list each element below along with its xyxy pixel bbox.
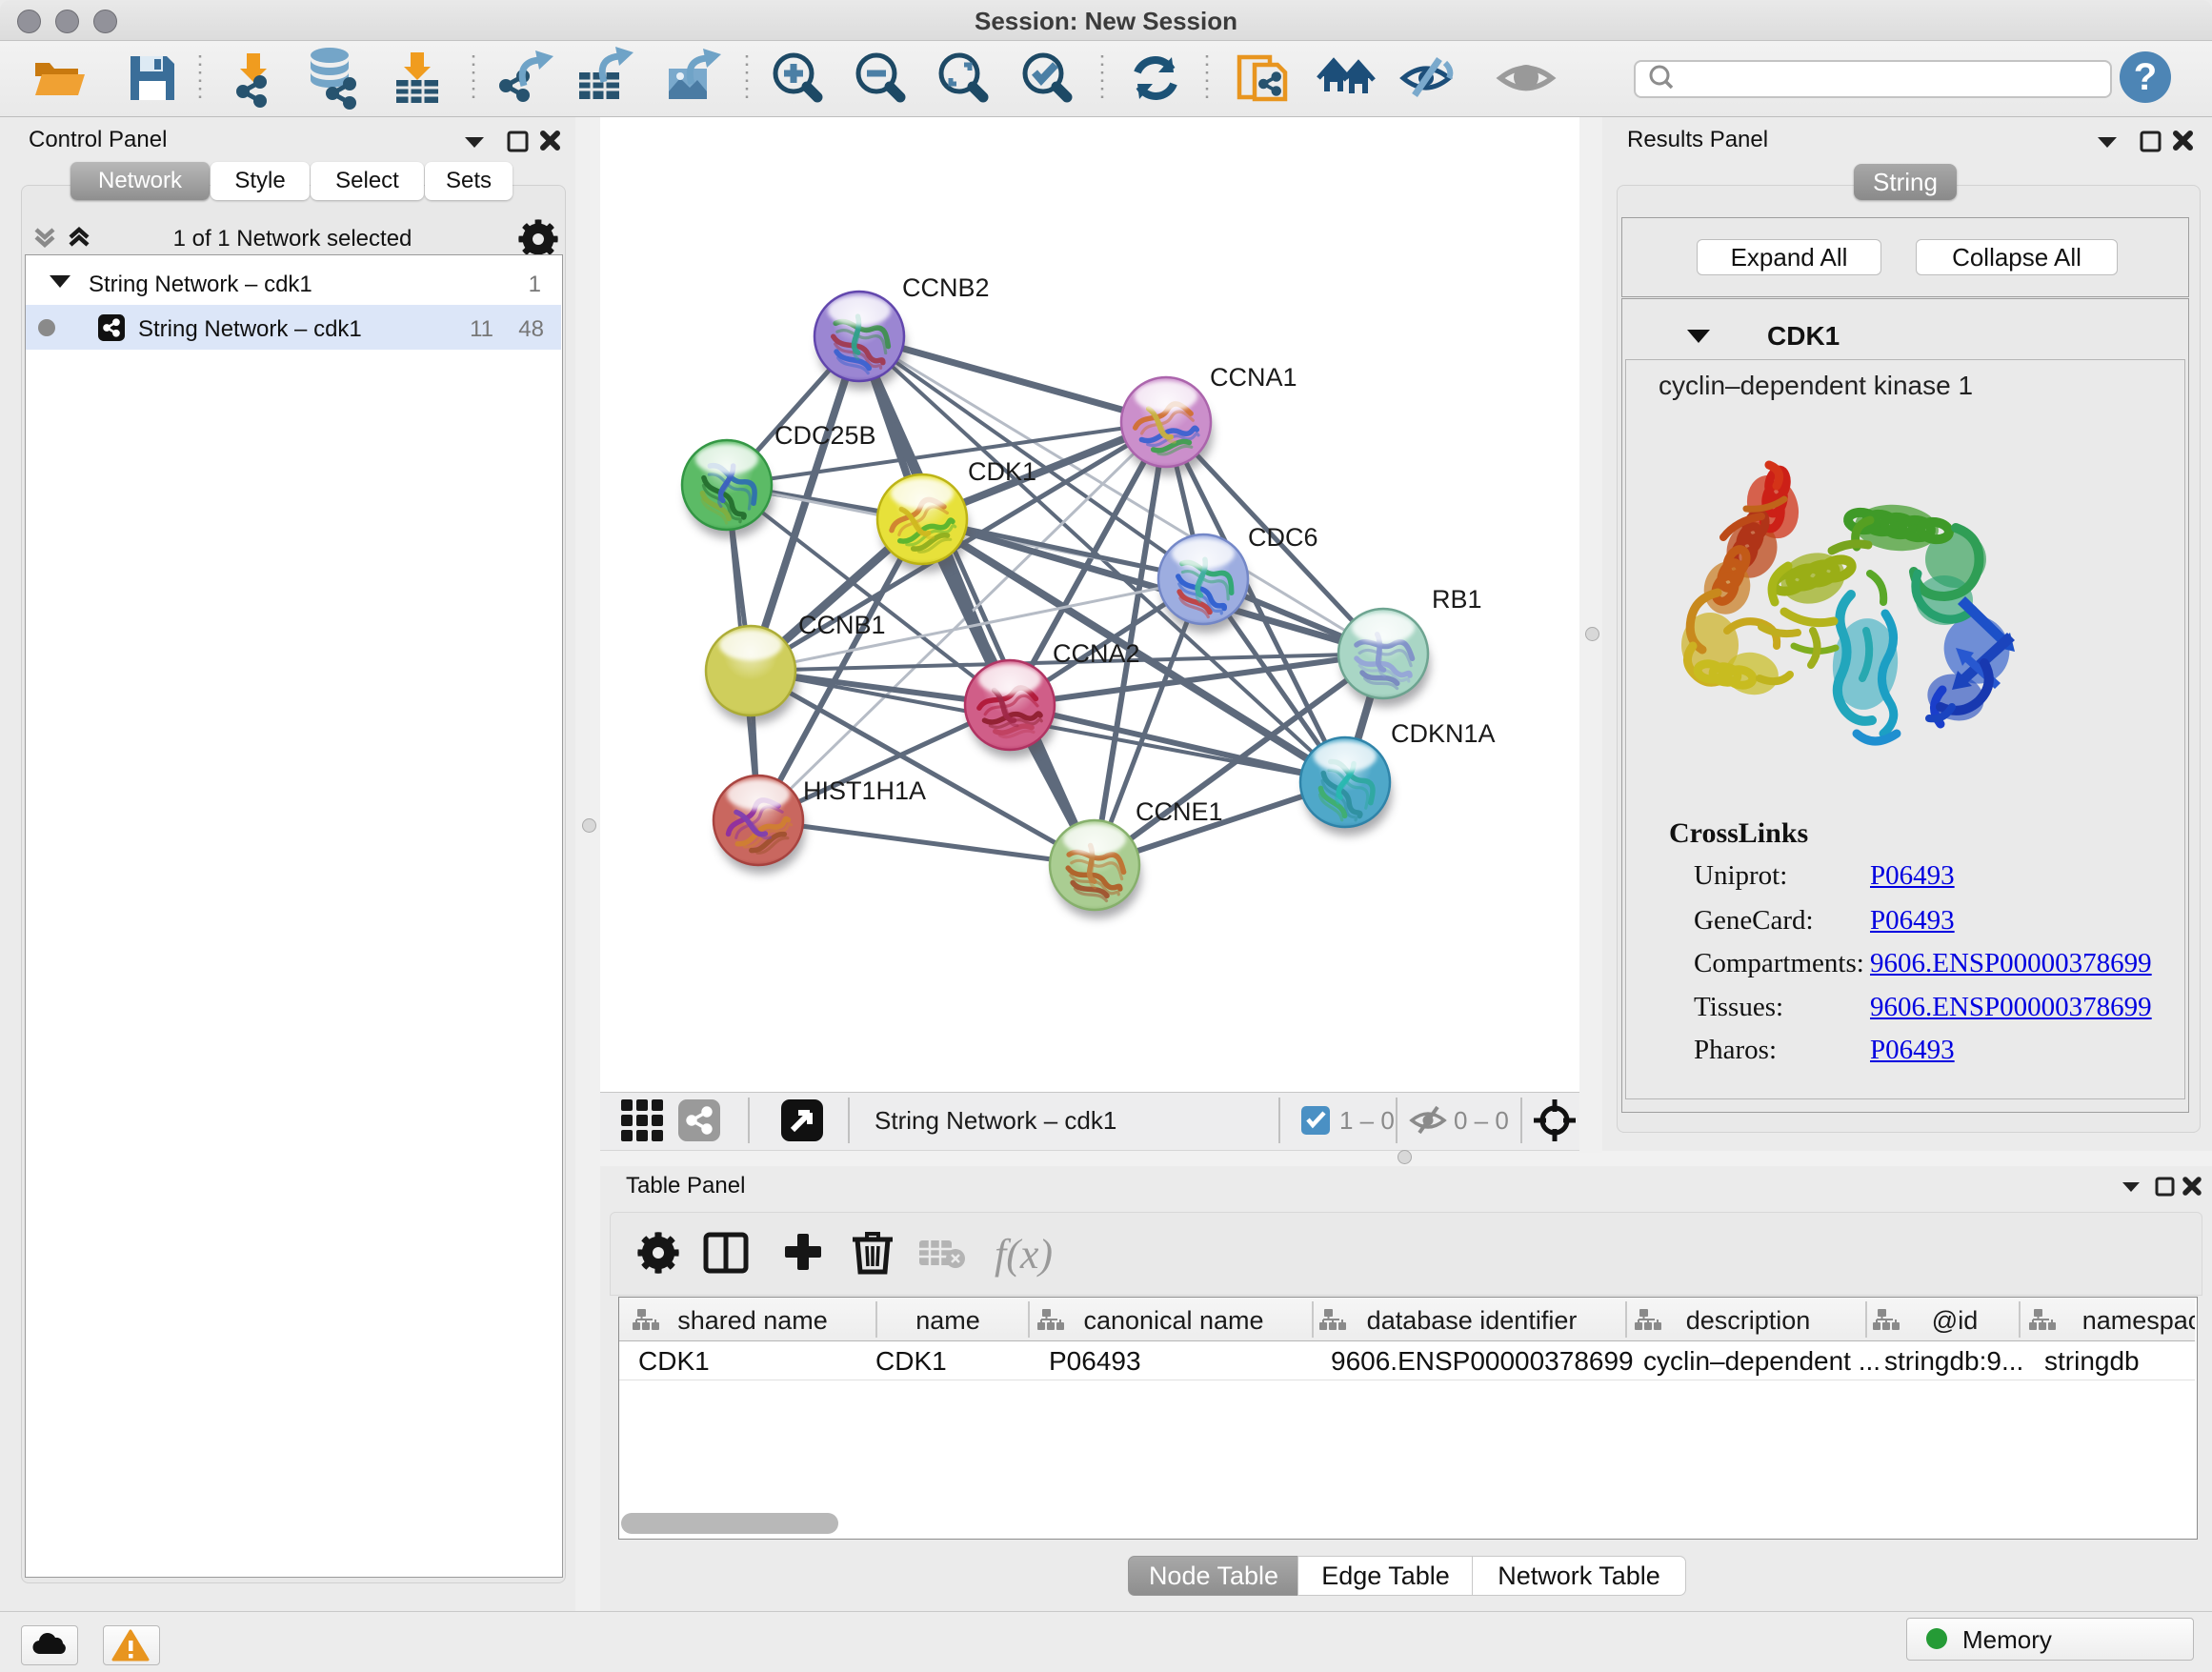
svg-text:CCNE1: CCNE1 — [1136, 797, 1223, 826]
svg-text:HIST1H1A: HIST1H1A — [803, 776, 926, 805]
svg-text:CCNA2: CCNA2 — [1053, 639, 1140, 668]
svg-text:CDKN1A: CDKN1A — [1391, 719, 1496, 748]
svg-text:database identifier: database identifier — [1367, 1306, 1578, 1335]
svg-text:f(x): f(x) — [995, 1231, 1053, 1278]
svg-text:CDK1: CDK1 — [968, 457, 1036, 486]
svg-text:CCNB2: CCNB2 — [902, 273, 990, 302]
svg-text:@id: @id — [1932, 1306, 1978, 1335]
svg-text:CCNA1: CCNA1 — [1210, 363, 1297, 392]
svg-text:?: ? — [2134, 56, 2157, 98]
svg-text:shared name: shared name — [677, 1306, 828, 1335]
svg-text:RB1: RB1 — [1432, 585, 1482, 614]
svg-text:CDC25B: CDC25B — [774, 421, 876, 450]
svg-text:namespac: namespac — [2082, 1306, 2195, 1335]
svg-text:0 – 0: 0 – 0 — [1454, 1106, 1509, 1135]
svg-text:name: name — [915, 1306, 980, 1335]
svg-text:CCNB1: CCNB1 — [798, 611, 886, 639]
svg-text:1 – 0: 1 – 0 — [1339, 1106, 1395, 1135]
svg-text:CDC6: CDC6 — [1248, 523, 1318, 552]
svg-text:String Network – cdk1: String Network – cdk1 — [875, 1106, 1116, 1135]
svg-text:description: description — [1686, 1306, 1811, 1335]
svg-text:canonical name: canonical name — [1083, 1306, 1263, 1335]
